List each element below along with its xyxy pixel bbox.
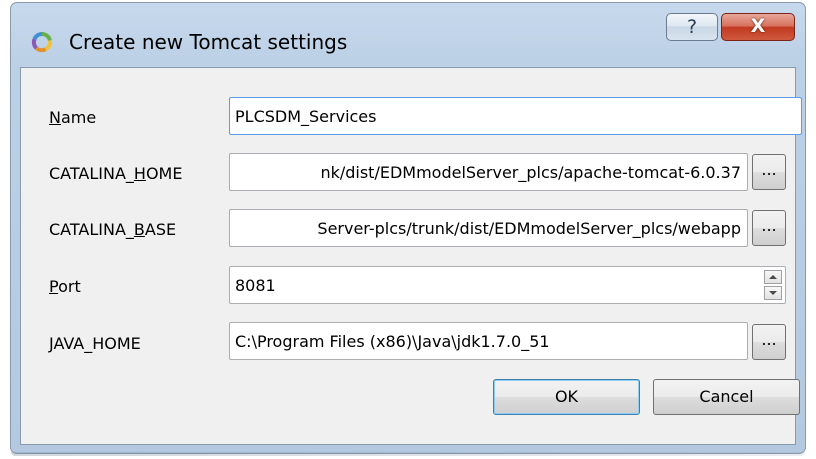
increment-arrow-icon[interactable] — [764, 270, 782, 284]
java-home-input[interactable]: C:\Program Files (x86)\Java\jdk1.7.0_51 — [229, 322, 748, 360]
tomcat-swirl-icon — [31, 31, 53, 53]
port-spinbox[interactable]: 8081 — [229, 266, 786, 304]
title-bar[interactable]: Create new Tomcat settings ? X — [11, 3, 805, 65]
catalina-home-input[interactable]: nk/dist/EDMmodelServer_plcs/apache-tomca… — [229, 153, 748, 191]
java-home-value: C:\Program Files (x86)\Java\jdk1.7.0_51 — [235, 332, 550, 351]
ok-button[interactable]: OK — [493, 379, 640, 415]
decrement-arrow-icon[interactable] — [764, 286, 782, 300]
port-value: 8081 — [235, 276, 276, 295]
close-button[interactable]: X — [721, 13, 795, 41]
name-input[interactable]: PLCSDM_Services — [229, 97, 802, 135]
catalina-base-input[interactable]: Server-plcs/trunk/dist/EDMmodelServer_pl… — [229, 209, 748, 247]
dialog-window: Create new Tomcat settings ? X Name PLCS… — [10, 2, 806, 456]
window-title: Create new Tomcat settings — [69, 30, 348, 54]
catalina-base-label: CATALINA_BASE — [49, 220, 177, 239]
cancel-button[interactable]: Cancel — [653, 379, 800, 415]
dialog-body: Name PLCSDM_Services CATALINA_HOME nk/di… — [20, 67, 802, 445]
port-label: Port — [49, 277, 81, 296]
browse-label: ... — [761, 330, 777, 349]
catalina-home-browse-button[interactable]: ... — [752, 154, 786, 190]
catalina-base-value: Server-plcs/trunk/dist/EDMmodelServer_pl… — [317, 219, 741, 238]
help-icon: ? — [686, 16, 698, 38]
java-home-browse-button[interactable]: ... — [752, 324, 786, 360]
browse-label: ... — [761, 160, 777, 179]
cancel-label: Cancel — [699, 387, 754, 406]
help-button[interactable]: ? — [666, 13, 718, 41]
name-value: PLCSDM_Services — [235, 107, 377, 126]
port-stepper[interactable] — [764, 270, 782, 300]
name-label: Name — [49, 108, 97, 127]
ok-label: OK — [554, 387, 579, 406]
close-icon: X — [750, 15, 766, 37]
browse-label: ... — [761, 216, 777, 235]
java-home-label: JAVA_HOME — [49, 334, 141, 353]
catalina-home-value: nk/dist/EDMmodelServer_plcs/apache-tomca… — [320, 163, 741, 182]
catalina-home-label: CATALINA_HOME — [49, 164, 183, 183]
catalina-base-browse-button[interactable]: ... — [752, 210, 786, 246]
